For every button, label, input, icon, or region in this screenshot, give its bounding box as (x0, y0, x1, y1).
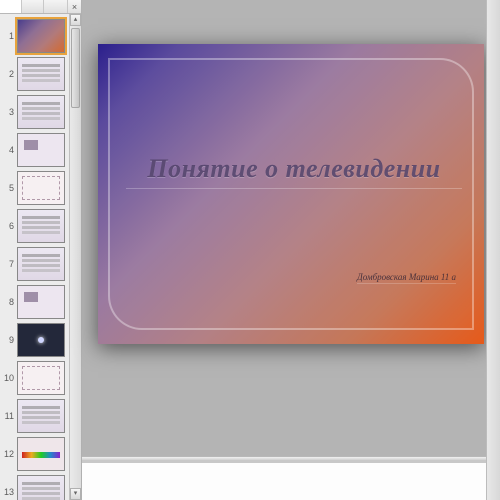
thumbnail-number: 5 (0, 183, 14, 193)
thumbnail-scrollbar[interactable]: ▴ ▾ (69, 14, 81, 500)
slide-frame (108, 58, 474, 330)
slide-canvas[interactable]: Понятие о телевидении Домбровская Марина… (98, 44, 484, 344)
thumbnail-preview[interactable] (17, 133, 65, 167)
thumbnail-preview[interactable] (17, 323, 65, 357)
scroll-up-button[interactable]: ▴ (70, 14, 81, 26)
thumbnail-number: 8 (0, 297, 14, 307)
slide-editor-area: Понятие о телевидении Домбровская Марина… (82, 0, 500, 500)
close-icon: × (72, 2, 77, 12)
thumbnail-number: 1 (0, 31, 14, 41)
main-scrollbar[interactable] (486, 0, 500, 500)
thumbnail-preview[interactable] (17, 285, 65, 319)
slide-author-text[interactable]: Домбровская Марина 11 а (357, 272, 456, 284)
thumbnail-panel: × 12345678910111213 ▴ ▾ (0, 0, 82, 500)
thumbnail-preview[interactable] (17, 95, 65, 129)
thumbnail-preview[interactable] (17, 399, 65, 433)
close-panel-button[interactable]: × (67, 0, 81, 13)
thumbnail-preview[interactable] (17, 57, 65, 91)
thumbnail-preview[interactable] (17, 361, 65, 395)
thumbnail-number: 12 (0, 449, 14, 459)
notes-pane[interactable] (82, 460, 486, 500)
scroll-thumb[interactable] (71, 28, 80, 108)
thumbnail-preview[interactable] (17, 19, 65, 53)
chevron-down-icon: ▾ (74, 490, 78, 497)
scroll-down-button[interactable]: ▾ (70, 488, 81, 500)
chevron-up-icon: ▴ (74, 16, 78, 23)
tab-slides[interactable] (0, 0, 22, 13)
thumbnail-preview[interactable] (17, 171, 65, 205)
thumbnail-number: 6 (0, 221, 14, 231)
thumbnail-preview[interactable] (17, 247, 65, 281)
thumbnail-preview[interactable] (17, 475, 65, 500)
thumbnail-tab-bar: × (0, 0, 81, 14)
thumbnail-number: 3 (0, 107, 14, 117)
tab-outline[interactable] (22, 0, 44, 13)
thumbnail-number: 11 (0, 411, 14, 421)
slide-title-text[interactable]: Понятие о телевидении (126, 154, 462, 189)
thumbnail-number: 13 (0, 487, 14, 497)
thumbnail-number: 9 (0, 335, 14, 345)
thumbnail-number: 4 (0, 145, 14, 155)
thumbnail-number: 10 (0, 373, 14, 383)
scroll-track[interactable] (70, 26, 81, 488)
thumbnail-preview[interactable] (17, 437, 65, 471)
thumbnail-number: 7 (0, 259, 14, 269)
thumbnail-preview[interactable] (17, 209, 65, 243)
app-root: × 12345678910111213 ▴ ▾ Понятие о телеви… (0, 0, 500, 500)
thumbnail-number: 2 (0, 69, 14, 79)
